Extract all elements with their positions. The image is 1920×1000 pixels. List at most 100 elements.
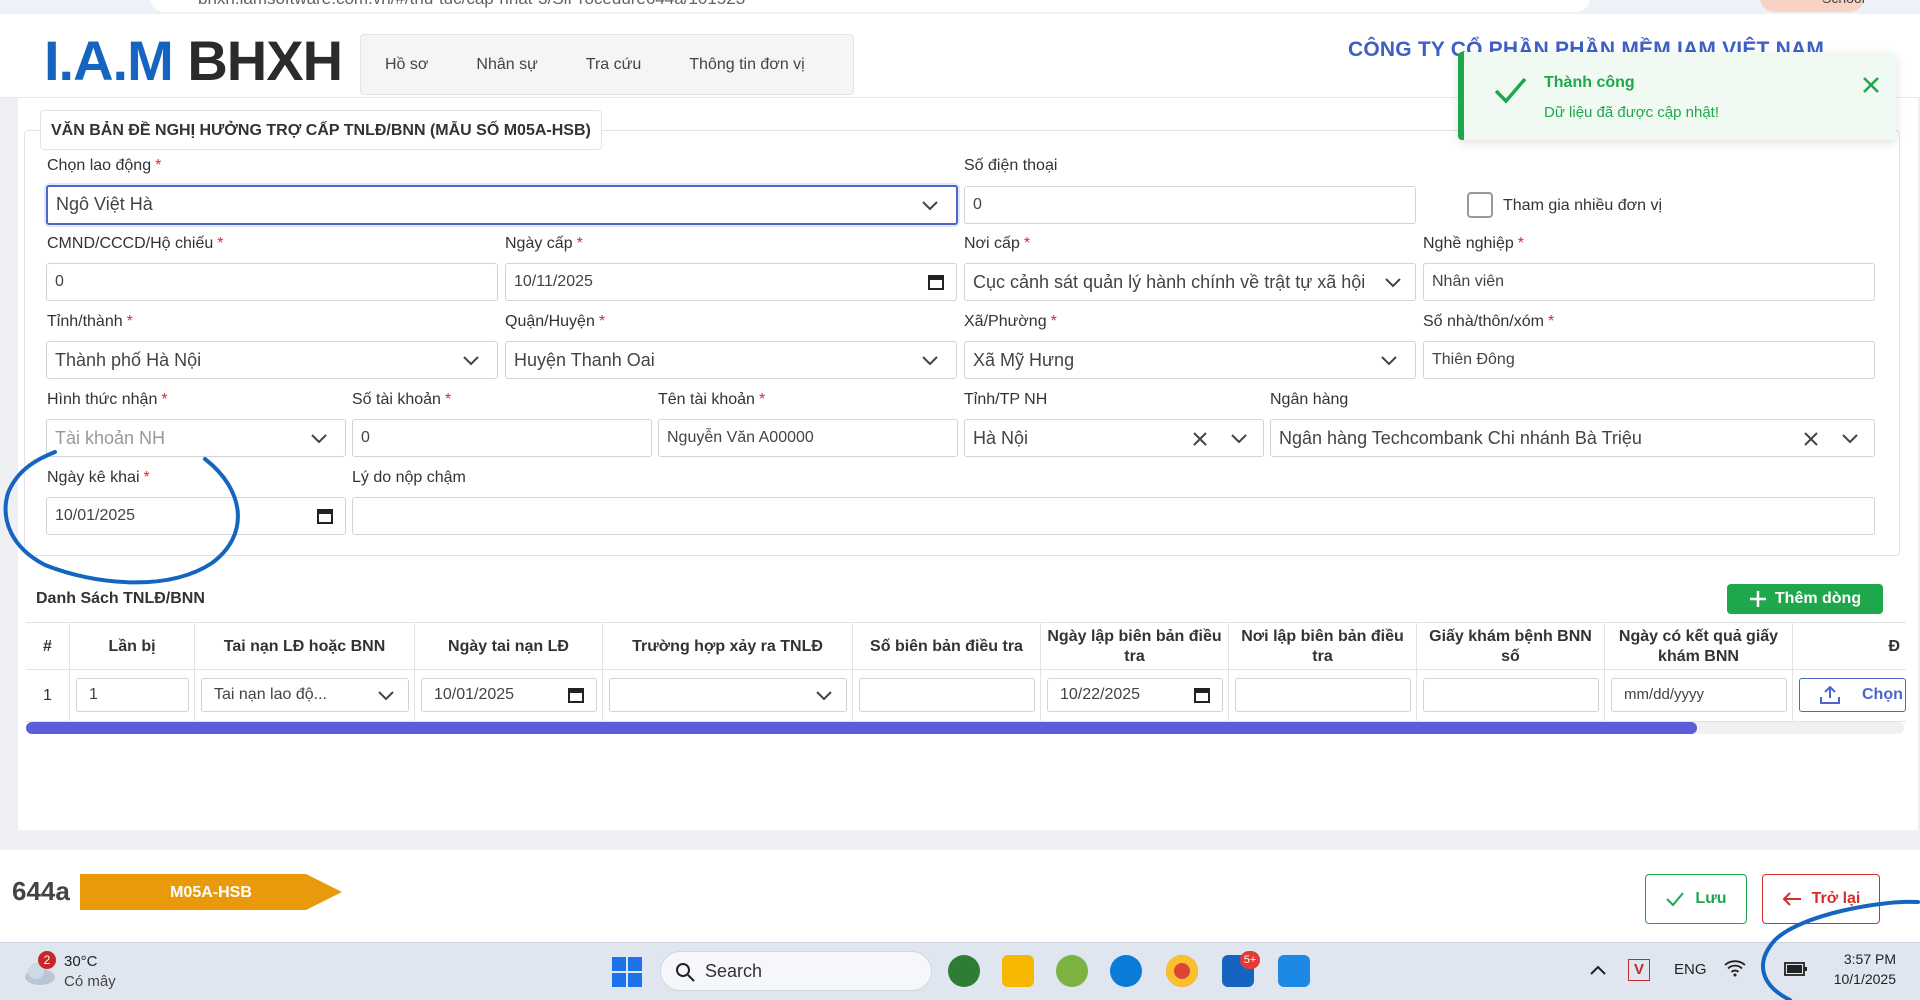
province-select[interactable]: Thành phố Hà Nội <box>46 341 498 379</box>
save-label: Lưu <box>1695 890 1727 907</box>
calendar-icon[interactable] <box>568 687 584 703</box>
search-placeholder: Search <box>705 961 763 981</box>
occupation-input[interactable]: Nhân viên <box>1423 263 1875 301</box>
add-row-label: Thêm dòng <box>1774 590 1862 607</box>
chevron-down-icon <box>311 434 327 444</box>
calendar-icon[interactable] <box>928 274 944 290</box>
chrome-icon[interactable] <box>1166 955 1198 987</box>
chevron-down-icon <box>816 691 832 701</box>
file-explorer-icon[interactable] <box>1002 955 1034 987</box>
logo[interactable]: I.A.M BHXH <box>44 33 343 89</box>
cell-report-place <box>1229 670 1417 722</box>
cell-exam-no <box>1417 670 1605 722</box>
taskbar-search[interactable]: Search <box>660 951 932 991</box>
required-mark: * <box>161 391 168 408</box>
upload-button[interactable]: Chọn <box>1799 678 1906 712</box>
address-bar[interactable]: bhxh.iamsoftware.com.vn/#/thu-tuc/cap-nh… <box>150 0 1590 12</box>
nav-ho-so[interactable]: Hồ sơ <box>361 56 452 74</box>
edge-icon[interactable] <box>1110 955 1142 987</box>
report-no-input[interactable] <box>859 678 1035 712</box>
nav-tra-cuu[interactable]: Tra cứu <box>562 56 665 74</box>
chevron-up-icon[interactable] <box>1590 965 1606 975</box>
cell-times: 1 <box>70 670 195 722</box>
calendar-icon[interactable] <box>317 508 333 524</box>
report-date-value: 10/22/2025 <box>1060 686 1141 703</box>
receive-method-label-text: Hình thức nhận <box>47 391 158 408</box>
id-label: CMND/CCCD/Hộ chiếu * <box>47 235 223 253</box>
required-mark: * <box>126 313 133 330</box>
clear-icon[interactable] <box>1804 432 1818 446</box>
col-report-place: Nơi lập biên bản điều tra <box>1229 623 1417 671</box>
close-icon[interactable] <box>1860 74 1882 96</box>
col-case: Trường hợp xảy ra TNLĐ <box>603 623 853 671</box>
photos-icon[interactable] <box>1278 955 1310 987</box>
ward-label-text: Xã/Phường <box>964 313 1047 330</box>
clear-icon[interactable] <box>1193 432 1207 446</box>
bank-province-select[interactable]: Hà Nội <box>964 419 1264 457</box>
nav-thong-tin-don-vi[interactable]: Thông tin đơn vị <box>665 56 828 74</box>
receive-method-select[interactable]: Tài khoản NH <box>46 419 346 457</box>
windows-start-icon[interactable] <box>612 957 642 987</box>
phone-input[interactable]: 0 <box>964 186 1416 224</box>
ward-label: Xã/Phường * <box>964 313 1057 331</box>
multi-unit-checkbox[interactable] <box>1467 192 1493 218</box>
form-code-tag: M05A-HSB <box>80 874 342 910</box>
declare-date-input[interactable]: 10/01/2025 <box>46 497 346 535</box>
calendar-icon[interactable] <box>1194 687 1210 703</box>
employee-label-text: Chọn lao động <box>47 157 152 174</box>
district-select[interactable]: Huyện Thanh Oai <box>505 341 957 379</box>
required-mark: * <box>1517 235 1524 252</box>
app-leaf-icon[interactable] <box>948 955 980 987</box>
toast-title: Thành công <box>1544 74 1635 91</box>
clock-date: 10/1/2025 <box>1833 971 1896 987</box>
declare-date-label: Ngày kê khai * <box>47 469 150 487</box>
employee-select[interactable]: Ngô Việt Hà <box>46 185 958 225</box>
accident-date-input[interactable]: 10/01/2025 <box>421 678 597 712</box>
bank-value: Ngân hàng Techcombank Chi nhánh Bà Triệu <box>1279 428 1642 448</box>
account-name-input[interactable]: Nguyễn Văn A00000 <box>658 419 958 457</box>
occupation-label-text: Nghề nghiệp <box>1423 235 1514 252</box>
report-place-input[interactable] <box>1235 678 1411 712</box>
profile-chip[interactable]: School <box>1760 0 1865 12</box>
wifi-icon[interactable] <box>1724 959 1746 977</box>
col-accident-date: Ngày tai nạn LĐ <box>415 623 603 671</box>
case-select[interactable] <box>609 678 847 712</box>
chevron-down-icon <box>922 356 938 366</box>
scrollbar-thumb[interactable] <box>26 722 1697 734</box>
required-mark: * <box>576 235 583 252</box>
account-name-label: Tên tài khoản * <box>658 391 765 409</box>
report-date-input[interactable]: 10/22/2025 <box>1047 678 1223 712</box>
issue-date-label: Ngày cấp * <box>505 235 583 253</box>
account-number-input[interactable]: 0 <box>352 419 652 457</box>
exam-no-input[interactable] <box>1423 678 1599 712</box>
chevron-down-icon <box>1842 434 1858 444</box>
back-button[interactable]: Trở lại <box>1762 874 1880 924</box>
nav-nhan-su[interactable]: Nhân sự <box>452 56 561 74</box>
app-green-icon[interactable] <box>1056 955 1088 987</box>
check-icon <box>1494 77 1527 104</box>
save-button[interactable]: Lưu <box>1645 874 1747 924</box>
cell-type: Tai nạn lao độ... <box>195 670 415 722</box>
app-v-icon[interactable]: V <box>1628 959 1650 981</box>
late-reason-input[interactable] <box>352 497 1875 535</box>
main-nav: Hồ sơ Nhân sự Tra cứu Thông tin đơn vị <box>360 34 854 95</box>
form-title: VĂN BẢN ĐỀ NGHỊ HƯỞNG TRỢ CẤP TNLĐ/BNN (… <box>40 110 602 150</box>
type-select[interactable]: Tai nạn lao độ... <box>201 678 409 712</box>
plus-icon <box>1749 591 1766 607</box>
chevron-down-icon <box>378 691 394 701</box>
search-icon <box>676 963 695 982</box>
battery-icon[interactable] <box>1784 961 1808 977</box>
os-taskbar: 2 30°C Có mây Search 5+ V ENG 3:57 PM 10… <box>0 942 1920 1000</box>
times-input[interactable]: 1 <box>76 678 189 712</box>
address-input[interactable]: Thiên Đông <box>1423 341 1875 379</box>
ward-select[interactable]: Xã Mỹ Hưng <box>964 341 1416 379</box>
multi-unit-label: Tham gia nhiều đơn vị <box>1503 197 1663 214</box>
exam-date-input[interactable]: mm/dd/yyyy <box>1611 678 1787 712</box>
issue-place-select[interactable]: Cục cảnh sát quản lý hành chính về trật … <box>964 263 1416 301</box>
issue-date-input[interactable]: 10/11/2025 <box>505 263 957 301</box>
language-indicator[interactable]: ENG <box>1674 961 1707 978</box>
add-row-button[interactable]: Thêm dòng <box>1727 584 1883 614</box>
account-number-label: Số tài khoản * <box>352 391 451 409</box>
bank-select[interactable]: Ngân hàng Techcombank Chi nhánh Bà Triệu <box>1270 419 1875 457</box>
id-input[interactable]: 0 <box>46 263 498 301</box>
